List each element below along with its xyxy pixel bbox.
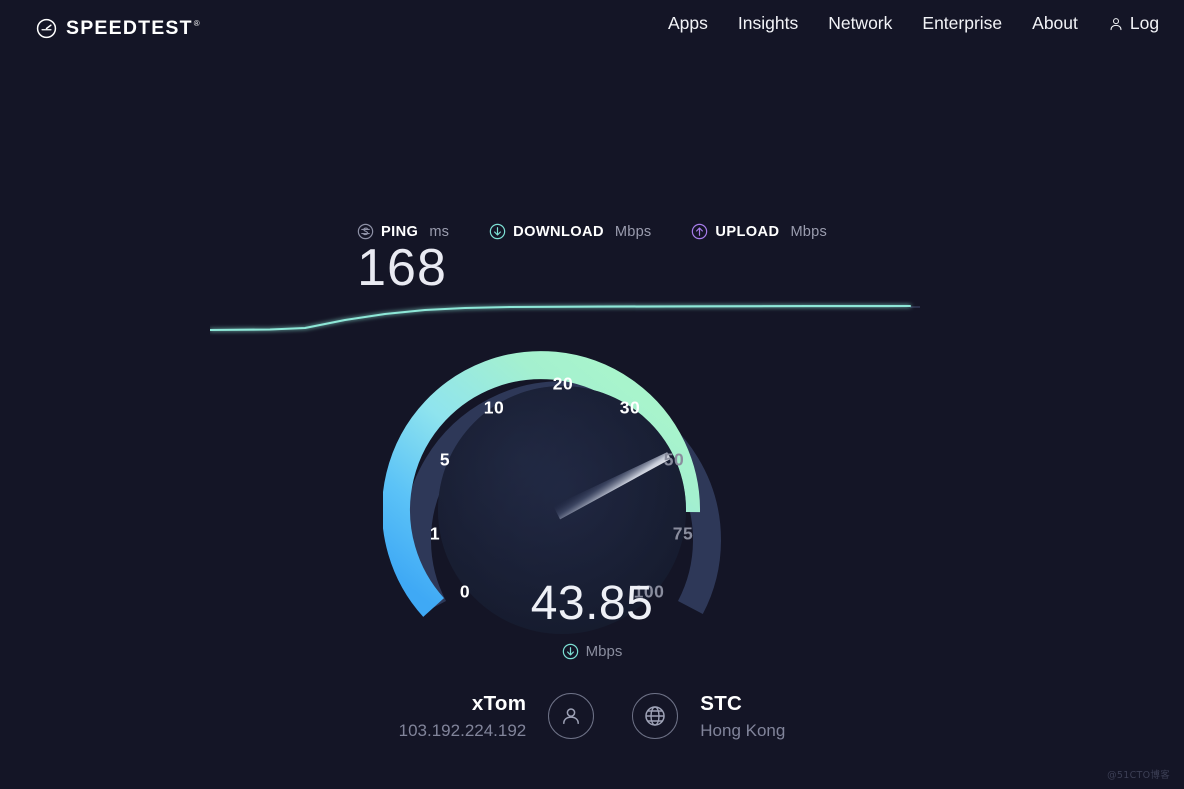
server-text: STC Hong Kong	[700, 690, 785, 743]
watermark: @51CTO博客	[1107, 770, 1170, 781]
login-label: Log	[1129, 13, 1160, 33]
connection-info: xTom 103.192.224.192 STC Hong Kong	[0, 690, 1184, 743]
main-navigation: Apps Insights Network Enterprise About L…	[668, 13, 1159, 34]
nav-item-apps[interactable]: Apps	[668, 13, 708, 34]
person-icon	[1108, 16, 1124, 32]
brand-logo-link[interactable]: SPEEDTEST®	[36, 17, 201, 40]
site-header: SPEEDTEST® Apps Insights Network Enterpr…	[0, 0, 1184, 56]
brand-trademark: ®	[193, 19, 201, 28]
gauge-tick-30: 30	[619, 397, 641, 418]
login-button[interactable]: Log	[1108, 13, 1159, 34]
server-name: STC	[700, 692, 743, 715]
nav-item-enterprise[interactable]: Enterprise	[922, 13, 1002, 34]
gauge-tick-75: 75	[672, 523, 694, 544]
nav-item-about[interactable]: About	[1032, 13, 1078, 34]
speedometer-icon	[36, 18, 57, 39]
gauge-tick-1: 1	[429, 523, 441, 544]
gauge-tick-10: 10	[483, 397, 505, 418]
person-icon	[559, 704, 583, 728]
nav-item-network[interactable]: Network	[828, 13, 892, 34]
globe-icon	[643, 704, 667, 728]
client-text: xTom 103.192.224.192	[399, 690, 527, 743]
download-speed-unit: Mbps	[0, 643, 1184, 660]
server-info[interactable]: STC Hong Kong	[632, 690, 785, 743]
server-globe[interactable]	[632, 693, 679, 740]
client-avatar[interactable]	[548, 693, 595, 740]
download-speed-value: 43.85	[530, 577, 654, 630]
nav-item-insights[interactable]: Insights	[738, 13, 798, 34]
client-name: xTom	[471, 692, 527, 715]
gauge-tick-5: 5	[439, 449, 451, 470]
download-arrow-icon	[562, 643, 579, 660]
client-info[interactable]: xTom 103.192.224.192	[399, 690, 595, 743]
client-ip: 103.192.224.192	[398, 720, 527, 740]
download-unit-label: Mbps	[585, 643, 623, 660]
server-location: Hong Kong	[700, 720, 786, 740]
gauge-tick-50: 50	[663, 449, 685, 470]
brand-name: SPEEDTEST®	[66, 16, 201, 39]
gauge-tick-20: 20	[552, 373, 574, 394]
